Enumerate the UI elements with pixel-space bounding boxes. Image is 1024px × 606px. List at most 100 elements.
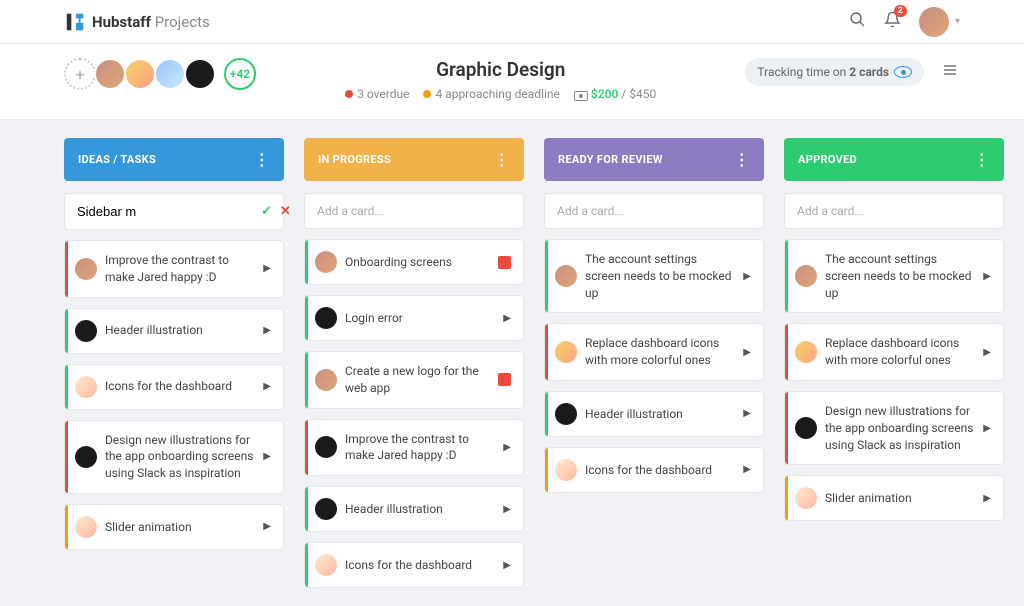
card[interactable]: Header illustration ▶: [64, 308, 284, 354]
user-menu[interactable]: ▾: [919, 7, 960, 37]
card-title: Login error: [345, 310, 495, 327]
play-icon[interactable]: ▶: [983, 271, 991, 282]
column: IDEAS / TASKS⋮✓✕Improve the contrast to …: [64, 138, 284, 550]
budget-status: $200 / $450: [574, 87, 656, 101]
card-title: Header illustration: [105, 322, 255, 339]
logo-icon: [64, 11, 86, 33]
kebab-icon[interactable]: ⋮: [734, 150, 750, 169]
play-icon[interactable]: ▶: [503, 442, 511, 453]
stop-icon[interactable]: [498, 256, 511, 269]
avatar: [555, 459, 577, 481]
card[interactable]: Replace dashboard icons with more colorf…: [784, 323, 1004, 381]
card[interactable]: Create a new logo for the web app: [304, 351, 524, 409]
play-icon[interactable]: ▶: [263, 263, 271, 274]
card[interactable]: Design new illustrations for the app onb…: [64, 420, 284, 494]
card[interactable]: The account settings screen needs to be …: [784, 239, 1004, 313]
topbar: Hubstaff Projects 2 ▾: [0, 0, 1024, 44]
tracking-label: Tracking time on 2 cards: [757, 65, 889, 79]
menu-icon[interactable]: [940, 62, 960, 82]
more-members-button[interactable]: +42: [224, 58, 256, 90]
play-icon[interactable]: ▶: [503, 504, 511, 515]
card[interactable]: Icons for the dashboard ▶: [304, 542, 524, 588]
play-icon[interactable]: ▶: [983, 493, 991, 504]
card-title: Onboarding screens: [345, 254, 490, 271]
avatar[interactable]: [94, 58, 126, 90]
subbar: + +42 Graphic Design 3 overdue 4 approac…: [0, 44, 1024, 120]
card[interactable]: The account settings screen needs to be …: [544, 239, 764, 313]
avatar: [555, 341, 577, 363]
play-icon[interactable]: ▶: [983, 423, 991, 434]
card[interactable]: Improve the contrast to make Jared happy…: [304, 419, 524, 477]
avatar: [75, 516, 97, 538]
card-title: Create a new logo for the web app: [345, 363, 490, 397]
card[interactable]: Design new illustrations for the app onb…: [784, 391, 1004, 465]
avatar[interactable]: [154, 58, 186, 90]
play-icon[interactable]: ▶: [503, 313, 511, 324]
card-title: The account settings screen needs to be …: [825, 251, 975, 301]
card[interactable]: Header illustration ▶: [544, 391, 764, 437]
card-title: Design new illustrations for the app onb…: [825, 403, 975, 453]
project-header: Graphic Design 3 overdue 4 approaching d…: [256, 58, 745, 101]
card[interactable]: Slider animation ▶: [784, 475, 1004, 521]
kebab-icon[interactable]: ⋮: [494, 150, 510, 169]
avatar[interactable]: [124, 58, 156, 90]
add-card-button[interactable]: Add a card...: [304, 193, 524, 229]
play-icon[interactable]: ▶: [743, 408, 751, 419]
column-title: READY FOR REVIEW: [558, 153, 663, 166]
overdue-status: 3 overdue: [345, 87, 409, 101]
play-icon[interactable]: ▶: [743, 271, 751, 282]
notification-badge: 2: [894, 5, 907, 17]
tracking-pill[interactable]: Tracking time on 2 cards: [745, 58, 924, 86]
check-icon[interactable]: ✓: [261, 204, 272, 219]
avatar: [75, 320, 97, 342]
card[interactable]: Icons for the dashboard▶: [64, 364, 284, 410]
card[interactable]: Header illustration▶: [304, 486, 524, 532]
card-title: Header illustration: [585, 406, 735, 423]
card-title: Slider animation: [825, 490, 975, 507]
play-icon[interactable]: ▶: [263, 325, 271, 336]
add-card-button[interactable]: Add a card...: [784, 193, 1004, 229]
card-title: Improve the contrast to make Jared happy…: [345, 431, 495, 465]
brand[interactable]: Hubstaff Projects: [64, 11, 210, 33]
card[interactable]: Improve the contrast to make Jared happy…: [64, 240, 284, 298]
bell-icon[interactable]: 2: [884, 11, 901, 32]
column-header: IN PROGRESS⋮: [304, 138, 524, 181]
column-header: APPROVED⋮: [784, 138, 1004, 181]
card[interactable]: Slider animation ▶: [64, 504, 284, 550]
card-title: Slider animation: [105, 519, 255, 536]
card[interactable]: Login error ▶: [304, 295, 524, 341]
kebab-icon[interactable]: ⋮: [974, 150, 990, 169]
card[interactable]: Onboarding screens: [304, 239, 524, 285]
column: IN PROGRESS⋮ Add a card... Onboarding scre…: [304, 138, 524, 588]
card[interactable]: Icons for the dashboard▶: [544, 447, 764, 493]
new-card-field[interactable]: [77, 204, 253, 219]
play-icon[interactable]: ▶: [983, 347, 991, 358]
avatar[interactable]: [184, 58, 216, 90]
card-title: Icons for the dashboard: [345, 557, 495, 574]
approaching-status: 4 approaching deadline: [423, 87, 559, 101]
card-title: Replace dashboard icons with more colorf…: [825, 335, 975, 369]
play-icon[interactable]: ▶: [263, 451, 271, 462]
new-card-input[interactable]: ✓✕: [64, 193, 284, 230]
play-icon[interactable]: ▶: [743, 464, 751, 475]
card-title: The account settings screen needs to be …: [585, 251, 735, 301]
play-icon[interactable]: ▶: [263, 521, 271, 532]
card[interactable]: Replace dashboard icons with more colorf…: [544, 323, 764, 381]
close-icon[interactable]: ✕: [280, 204, 291, 219]
play-icon[interactable]: ▶: [503, 560, 511, 571]
chevron-down-icon: ▾: [955, 16, 960, 27]
column: APPROVED⋮ Add a card... The account settin…: [784, 138, 1004, 521]
brand-name: Hubstaff Projects: [92, 13, 210, 31]
add-card-button[interactable]: Add a card...: [544, 193, 764, 229]
search-icon[interactable]: [849, 11, 866, 32]
add-member-button[interactable]: +: [64, 58, 96, 90]
column-header: READY FOR REVIEW ⋮: [544, 138, 764, 181]
card-title: Improve the contrast to make Jared happy…: [105, 252, 255, 286]
eye-icon: [894, 66, 912, 78]
avatar: [919, 7, 949, 37]
play-icon[interactable]: ▶: [743, 347, 751, 358]
play-icon[interactable]: ▶: [263, 381, 271, 392]
kebab-icon[interactable]: ⋮: [254, 150, 270, 169]
stop-icon[interactable]: [498, 373, 511, 386]
avatar: [75, 376, 97, 398]
